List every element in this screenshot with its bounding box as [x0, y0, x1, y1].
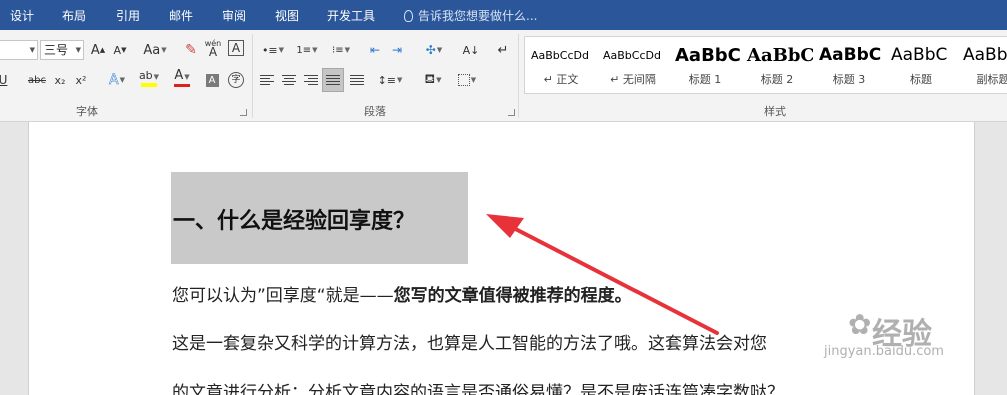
- annotation-arrow: [486, 214, 719, 335]
